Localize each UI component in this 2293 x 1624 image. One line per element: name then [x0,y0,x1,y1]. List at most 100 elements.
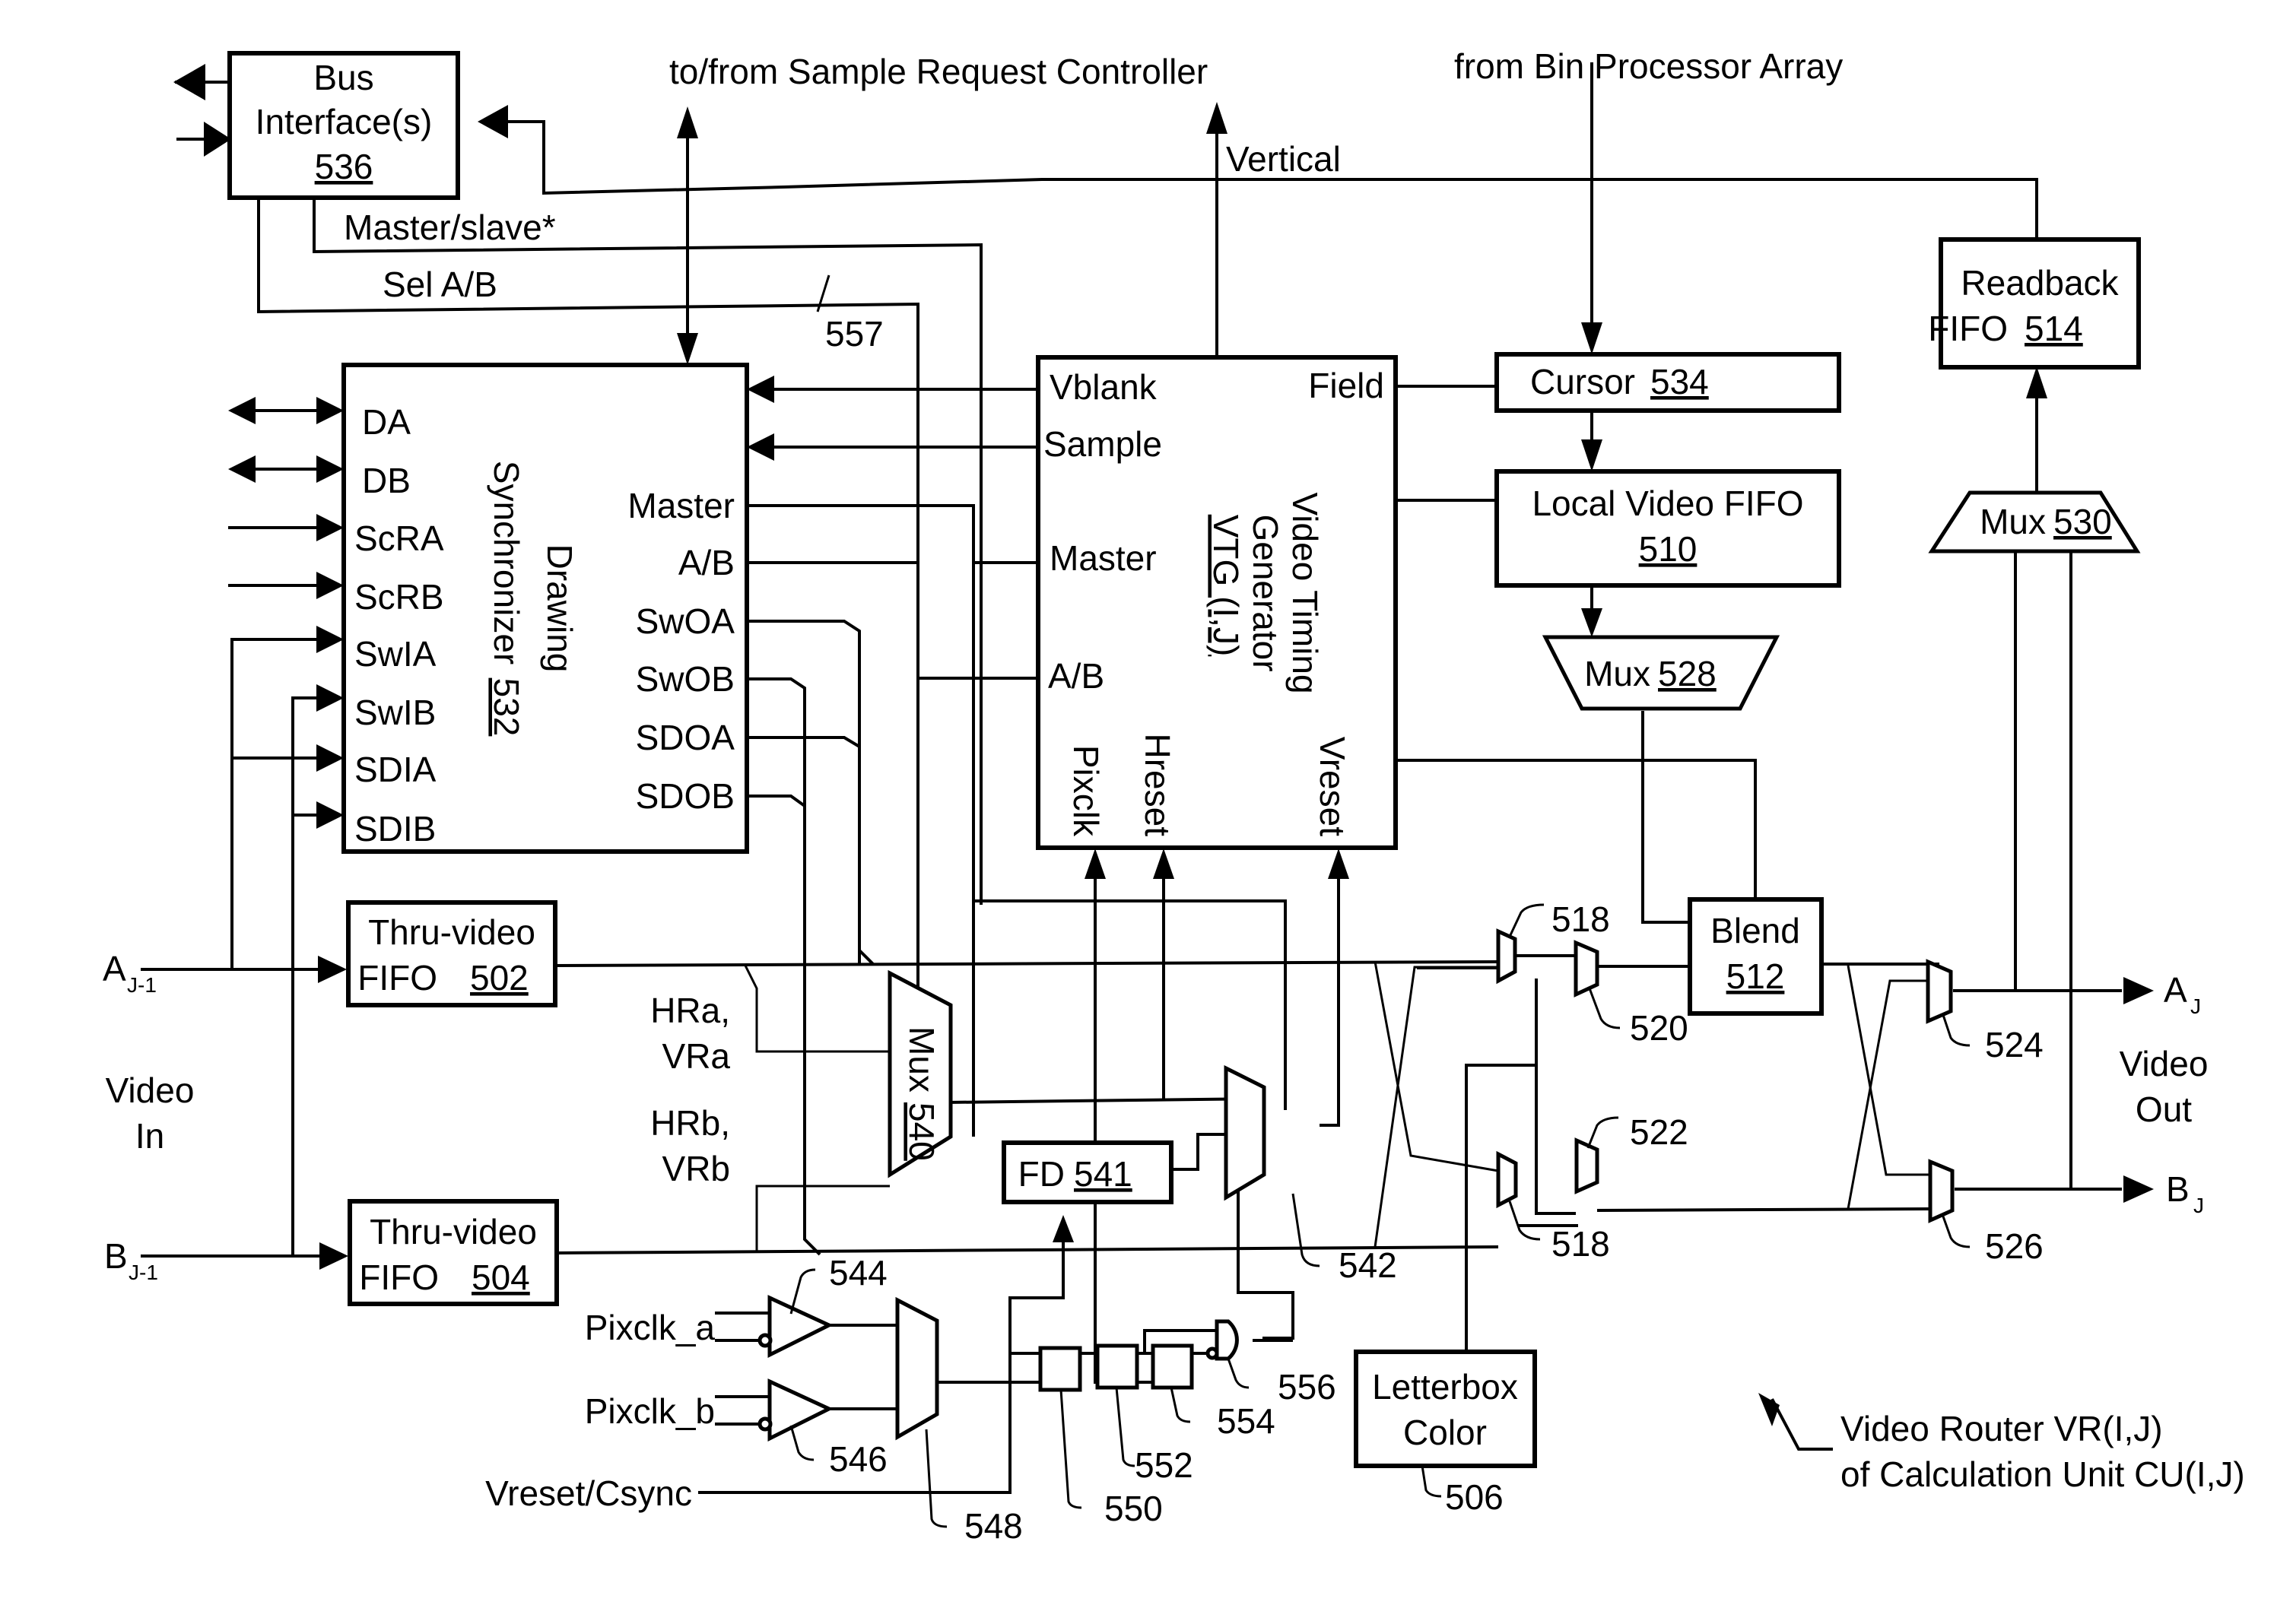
sample-request-up-arrowhead [677,106,698,138]
db-left-arrowhead [228,455,256,483]
ref-518-top: 518 [1551,899,1610,939]
mux-530: Mux 530 [1928,490,2141,553]
ds-port-scra: ScRA [354,519,444,558]
mux-548 [895,1296,939,1441]
vtg-port-master: Master [1050,538,1157,578]
cross-out-a-wire [1847,965,1939,1176]
ref-518-bottom: 518 [1551,1224,1610,1264]
ds-port-sdia: SDIA [354,750,437,789]
swib-wire [291,696,319,1256]
cursor-label: Cursor [1530,362,1635,401]
vra-label: VRa [662,1036,731,1076]
vtg-title-line2: Generator [1246,514,1285,671]
ds-port-scrb: ScRB [354,577,444,617]
ref-542-leader [1291,1193,1320,1267]
video-router-diagram: Bus Interface(s) 536 DA DB ScRA ScRB SwIA SwI… [103,46,2245,1546]
bus-interface-ref: 536 [315,147,373,186]
fifo-502-ref: 502 [470,958,529,998]
ref-552-leader [1115,1387,1135,1467]
fifo-504-line1: Thru-video [370,1212,537,1251]
swib-arrowhead [316,684,344,712]
local-video-fifo-block: Local Video FIFO 510 [1494,469,1841,588]
readback-fifo-block: Readback FIFO 514 [1928,237,2141,370]
mux540-out-wire [946,1097,1263,1104]
b-input-arrowhead [319,1242,348,1270]
letterbox-bus-wire [1465,1064,1536,1356]
vertical-arrowhead [1206,102,1227,134]
ref-554-leader [1170,1387,1191,1423]
hra-label: HRa, [650,991,730,1030]
swoa-wire [747,620,875,966]
vtg-port-ab: A/B [1048,656,1104,696]
bin-to-cursor-arrowhead [1581,322,1602,354]
ref-524-leader [1942,1014,1971,1047]
flip-flop-554 [1151,1343,1194,1390]
ref-552: 552 [1135,1445,1193,1485]
a-output-arrowhead [2123,977,2154,1004]
video-out-label-1: Video [2120,1044,2209,1083]
ref-522-leader [1586,1116,1619,1149]
a-input-label: A [103,949,126,988]
ds-port-sdib: SDIB [354,809,436,848]
ref-520: 520 [1630,1008,1688,1048]
fifo-to-mux528-arrowhead [1581,608,1602,637]
sample-request-down-arrowhead [677,333,698,365]
bus-interface-block: Bus Interface(s) 536 [227,51,460,200]
vreset-arrowhead [1328,848,1349,879]
ref-557: 557 [825,314,884,354]
mux-524 [1926,959,1953,1024]
fifo-a-out-wire [554,960,1499,967]
vreset-wire [1320,874,1340,1127]
caption-line2: of Calculation Unit CU(I,J) [1840,1454,2245,1494]
flip-flop-550 [1038,1346,1082,1392]
vertical-label: Vertical [1226,139,1341,179]
ds-port-swia: SwIA [354,634,437,674]
drawing-sync-ref: 532 [487,678,526,737]
thru-video-fifo-502: Thru-video FIFO 502 [346,900,557,1007]
ref-520-leader [1588,988,1621,1029]
mux-528-label: Mux [1584,654,1650,693]
fifo-504-ref: 504 [472,1258,530,1297]
bus-in-arrowhead [204,122,231,157]
vtg-port-sample: Sample [1043,424,1162,464]
ref-544-leader [789,1268,816,1315]
mux-528: Mux 528 [1542,635,1780,711]
letterbox-to-520-wire [1535,979,1576,1215]
drawing-sync-title-line2: Synchronizer [487,461,526,665]
mux-530-ref: 530 [2053,502,2112,541]
caption-arrowhead [1758,1393,1780,1426]
ref-506: 506 [1445,1477,1504,1517]
vtg-port-vreset: Vreset [1313,737,1352,836]
sdia-arrowhead [316,744,344,772]
fd-541-block: FD 541 [1002,1140,1173,1204]
ref-556-leader [1227,1358,1250,1389]
and-gate-556 [1205,1319,1293,1361]
hrb-label: HRb, [650,1103,730,1143]
mux-530-label: Mux [1980,502,2046,541]
ref-542: 542 [1339,1245,1397,1285]
b-input-label: B [104,1236,128,1276]
vtg-title-line1: Video Timing [1285,492,1325,693]
readback-fifo-line1: Readback [1961,263,2119,303]
vtg-port-pixclk: Pixclk [1066,745,1106,837]
da-right-arrowhead [316,397,344,424]
blend-ref: 512 [1726,956,1785,996]
letterbox-line2: Color [1403,1413,1487,1452]
vtg-port-vblank: Vblank [1050,367,1158,407]
ref-546-leader [789,1425,815,1461]
buffer-546 [757,1378,834,1442]
ref-556: 556 [1278,1367,1336,1407]
vtg-ref: VTG (I,J) [1206,515,1246,657]
gate-to-mux542-wire [1237,1169,1294,1340]
mux-518-top [1496,928,1517,985]
swia-wire [230,638,319,969]
a-output-label: A [2164,970,2187,1010]
ref-546: 546 [829,1439,888,1479]
hrb-wire [755,1185,890,1253]
mux-520 [1574,940,1599,998]
scra-arrowhead [316,514,344,541]
mux-526 [1928,1159,1955,1223]
blend-block: Blend 512 [1688,897,1824,1016]
ds-port-da: DA [362,402,411,442]
b-input-subscript: J-1 [129,1261,158,1284]
